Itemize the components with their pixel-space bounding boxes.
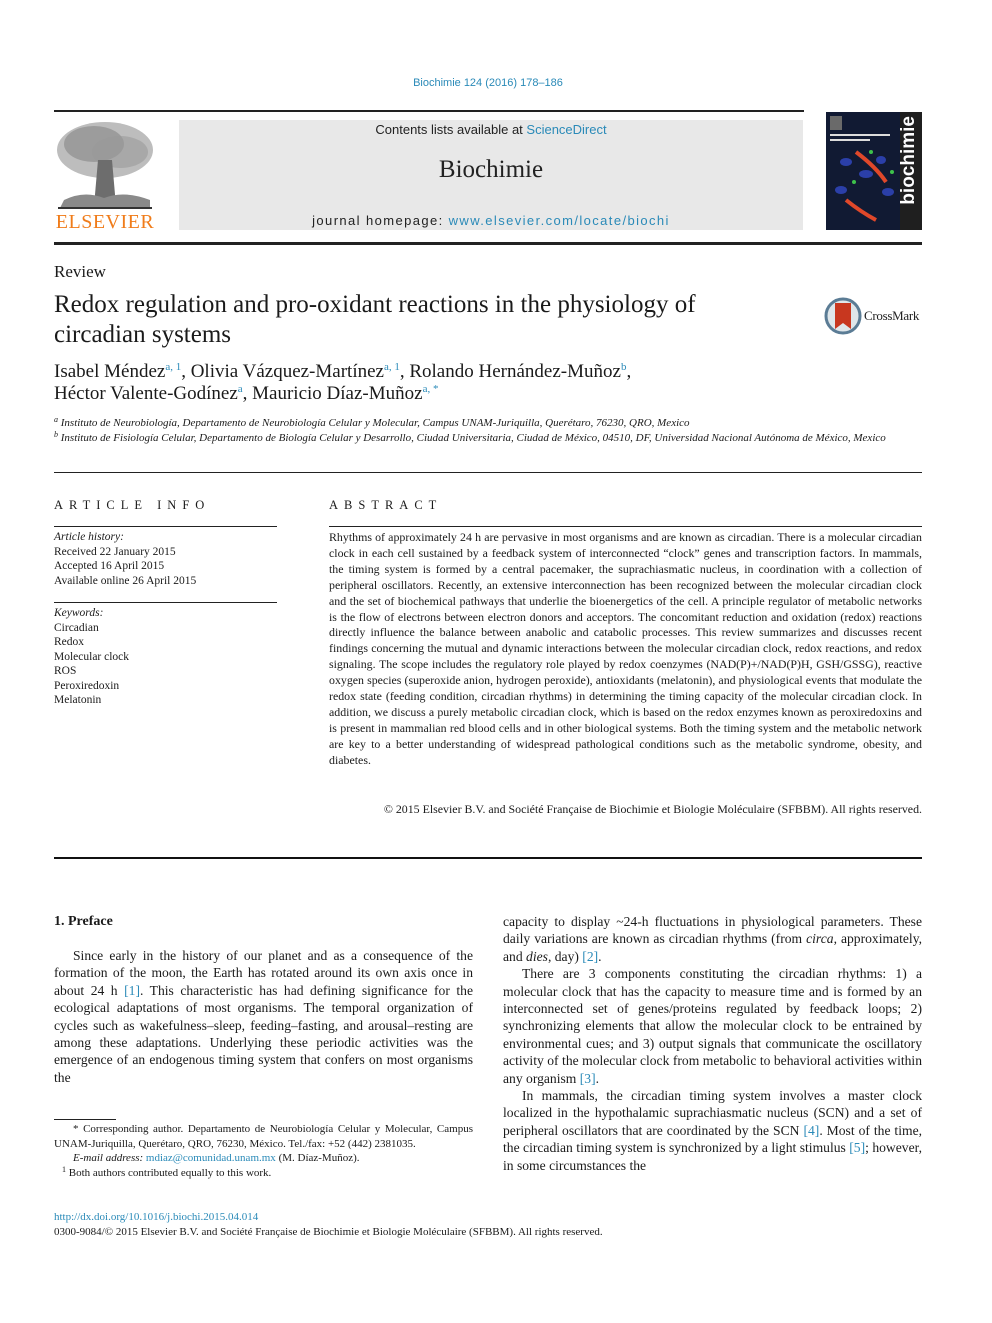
- author[interactable]: Rolando Hernández-Muñoz: [409, 361, 621, 382]
- citation-link[interactable]: [3]: [580, 1071, 596, 1086]
- keywords: Keywords: Circadian Redox Molecular cloc…: [54, 606, 129, 708]
- abstract-copyright: © 2015 Elsevier B.V. and Société Françai…: [383, 802, 922, 816]
- keyword: Melatonin: [54, 694, 102, 706]
- text: , day): [547, 948, 583, 964]
- body-column-left: Since early in the history of our planet…: [54, 947, 473, 1086]
- text: . This characteristic has had defining s…: [54, 982, 473, 1085]
- journal-homepage-line: journal homepage: www.elsevier.com/locat…: [179, 213, 803, 228]
- keyword: Redox: [54, 636, 85, 648]
- footnote-rule: [54, 1119, 116, 1120]
- keyword: Peroxiredoxin: [54, 679, 120, 692]
- footnote-corresponding: * Corresponding author. Departamento de …: [54, 1122, 473, 1151]
- author-list: Isabel Méndeza, 1, Olivia Vázquez-Martín…: [54, 361, 874, 405]
- text: .: [598, 948, 602, 964]
- history-label: Article history:: [54, 531, 124, 543]
- journal-name: Biochimie: [438, 156, 544, 183]
- header-rule: [54, 110, 804, 112]
- email-label: E-mail address:: [73, 1152, 146, 1164]
- author-separator: ,: [626, 361, 632, 382]
- keywords-label: Keywords:: [54, 607, 104, 619]
- homepage-link[interactable]: www.elsevier.com/locate/biochi: [449, 213, 670, 228]
- author[interactable]: Mauricio Díaz-Muñoz: [252, 383, 422, 404]
- affiliations: a Instituto de Neurobiología, Departamen…: [54, 416, 924, 446]
- journal-masthead: Contents lists available at ScienceDirec…: [179, 120, 803, 230]
- text: .: [595, 1070, 600, 1086]
- crossmark-label: CrossMark: [864, 308, 920, 323]
- footnotes: * Corresponding author. Departamento de …: [54, 1122, 473, 1180]
- email-link[interactable]: mdiaz@comunidad.unam.mx: [146, 1152, 276, 1164]
- citation-link[interactable]: [5]: [849, 1140, 865, 1155]
- paragraph: There are 3 components constituting the …: [503, 965, 922, 1087]
- email-suffix: (M. Díaz-Muñoz).: [275, 1152, 360, 1164]
- affiliation-mark: a: [54, 415, 58, 424]
- abstract-rule: [329, 526, 922, 527]
- author-separator: ,: [242, 383, 253, 404]
- cover-title: biochimie: [898, 116, 919, 205]
- affiliation-mark: b: [54, 430, 58, 439]
- author[interactable]: Isabel Méndez: [54, 361, 165, 382]
- article-history: Article history: Received 22 January 201…: [54, 530, 196, 588]
- paragraph: capacity to display ~24-h fluctuations i…: [503, 913, 922, 965]
- history-received: Received 22 January 2015: [54, 545, 176, 558]
- history-accepted: Accepted 16 April 2015: [54, 560, 165, 572]
- keywords-rule: [54, 602, 277, 603]
- author-affiliation-mark[interactable]: a, 1: [165, 361, 181, 373]
- paragraph: In mammals, the circadian timing system …: [503, 1087, 922, 1174]
- title-block-rule: [54, 472, 922, 473]
- author-separator: ,: [181, 361, 191, 382]
- homepage-label: journal homepage:: [312, 213, 449, 228]
- author-affiliation-mark[interactable]: a, *: [423, 383, 439, 395]
- crossmark-button[interactable]: CrossMark: [824, 296, 924, 336]
- history-online: Available online 26 April 2015: [54, 574, 197, 587]
- body-column-right: capacity to display ~24-h fluctuations i…: [503, 913, 922, 1174]
- affiliation-text: Instituto de Fisiología Celular, Departa…: [60, 432, 886, 444]
- footnote-mark: 1: [62, 1164, 66, 1174]
- affiliation-a: a Instituto de Neurobiología, Departamen…: [54, 416, 924, 431]
- doi-link[interactable]: http://dx.doi.org/10.1016/j.biochi.2015.…: [54, 1211, 258, 1223]
- citation-link[interactable]: [1]: [124, 983, 140, 998]
- abstract-end-rule: [54, 857, 922, 859]
- text: There are 3 components constituting the …: [503, 966, 922, 1086]
- journal-reference[interactable]: Biochimie 124 (2016) 178–186: [0, 77, 976, 89]
- text-italic: dies: [526, 948, 548, 964]
- footnote-mark: *: [73, 1123, 79, 1135]
- masthead-rule: [54, 242, 922, 245]
- author[interactable]: Héctor Valente-Godínez: [54, 383, 238, 404]
- affiliation-b: b Instituto de Fisiología Celular, Depar…: [54, 431, 924, 446]
- citation-link[interactable]: [4]: [803, 1123, 819, 1138]
- author[interactable]: Olivia Vázquez-Martínez: [191, 361, 384, 382]
- article-type: Review: [54, 262, 106, 281]
- issn-copyright: 0300-9084/© 2015 Elsevier B.V. and Socié…: [54, 1226, 603, 1238]
- keyword: Molecular clock: [54, 650, 130, 663]
- journal-cover-image[interactable]: biochimie: [826, 112, 922, 230]
- article-info-rule: [54, 526, 277, 527]
- section-heading: 1. Preface: [54, 914, 113, 929]
- affiliation-text: Instituto de Neurobiología, Departamento…: [60, 417, 690, 429]
- abstract-heading: ABSTRACT: [329, 498, 443, 512]
- text-italic: circa: [806, 931, 834, 947]
- keyword: ROS: [54, 665, 77, 677]
- contents-available-line: Contents lists available at ScienceDirec…: [179, 122, 803, 137]
- footnote-text: Corresponding author. Departamento de Ne…: [54, 1123, 473, 1150]
- contents-prefix: Contents lists available at: [375, 122, 527, 137]
- citation-link[interactable]: [2]: [582, 949, 598, 964]
- footnote-text: Both authors contributed equally to this…: [68, 1166, 272, 1179]
- abstract-text: Rhythms of approximately 24 h are pervas…: [329, 530, 922, 767]
- elsevier-wordmark: ELSEVIER: [55, 211, 155, 233]
- sciencedirect-link[interactable]: ScienceDirect: [526, 122, 606, 137]
- footnote-email: E-mail address: mdiaz@comunidad.unam.mx …: [54, 1151, 473, 1166]
- author-separator: ,: [399, 361, 410, 382]
- article-info-heading: ARTICLE INFO: [54, 498, 211, 512]
- author-affiliation-mark[interactable]: a, 1: [384, 361, 400, 373]
- article-title: Redox regulation and pro-oxidant reactio…: [54, 291, 696, 348]
- paragraph: Since early in the history of our planet…: [54, 947, 473, 1086]
- keyword: Circadian: [54, 621, 99, 634]
- crossmark-icon: [824, 297, 862, 335]
- footnote-equal: 1 Both authors contributed equally to th…: [54, 1164, 473, 1181]
